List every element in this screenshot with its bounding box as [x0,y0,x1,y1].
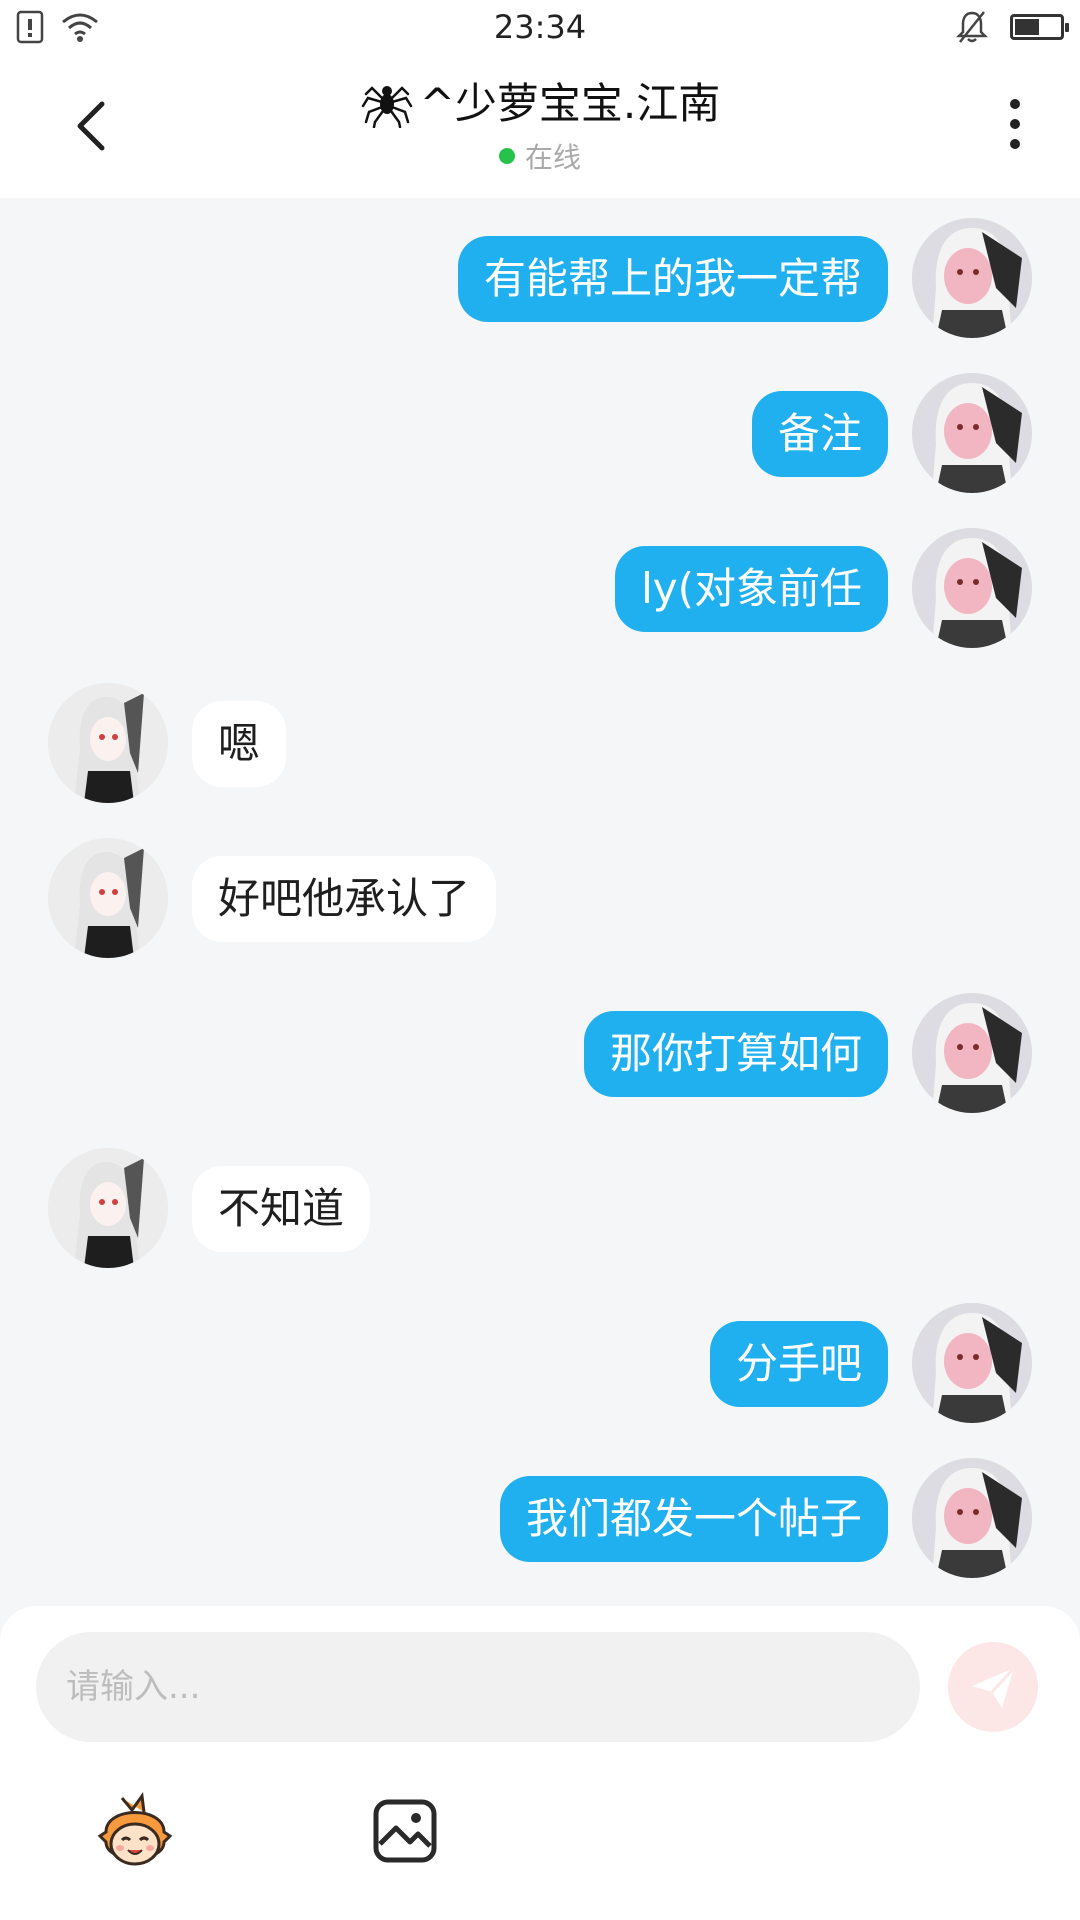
chat-title: ^少萝宝宝.江南 [419,79,721,128]
image-button[interactable] [372,1798,438,1864]
my-message-bubble[interactable]: 我们都发一个帖子 [499,1476,888,1562]
battery-icon [1010,14,1069,40]
message-row: 我们都发一个帖子 [0,1458,1080,1578]
message-row: 嗯 [0,683,1080,803]
my-avatar[interactable] [912,1458,1032,1578]
more-options-button[interactable] [990,94,1040,154]
chat-title-area: ^少萝宝宝.江南 在线 [200,70,880,176]
message-row: 不知道 [0,1148,1080,1268]
message-row: 好吧他承认了 [0,838,1080,958]
emoji-mascot-icon [97,1792,173,1866]
send-button[interactable] [948,1642,1038,1732]
emoji-button[interactable] [92,1792,178,1878]
title-line: ^少萝宝宝.江南 [360,70,721,131]
online-status: 在线 [498,136,581,176]
bell-off-icon [956,11,988,43]
my-message-bubble[interactable]: 那你打算如何 [583,1011,888,1097]
my-message-bubble[interactable]: 分手吧 [709,1321,888,1407]
contact-avatar[interactable] [48,838,168,958]
status-bar: 23:34 [0,0,1080,56]
message-row: 有能帮上的我一定帮 [0,218,1080,338]
contact-message-bubble[interactable]: 不知道 [192,1166,371,1252]
my-avatar[interactable] [912,218,1032,338]
online-dot-icon [498,147,515,164]
chat-header: ^少萝宝宝.江南 在线 [0,56,1080,198]
message-row: 分手吧 [0,1303,1080,1423]
more-vertical-icon [1010,99,1020,149]
spider-icon [361,85,412,128]
contact-avatar[interactable] [48,683,168,803]
contact-message-bubble[interactable]: 嗯 [192,701,287,787]
paper-plane-icon [972,1666,1016,1708]
my-avatar[interactable] [912,1303,1032,1423]
online-status-text: 在线 [524,140,581,174]
status-time: 23:34 [493,8,587,46]
back-button[interactable] [64,96,124,156]
my-message-bubble[interactable]: ly(对象前任 [615,546,888,632]
message-row: ly(对象前任 [0,528,1080,648]
composer-panel [0,1606,1080,1920]
message-row: 那你打算如何 [0,993,1080,1113]
message-input[interactable] [36,1632,920,1742]
chevron-left-icon [77,101,105,151]
my-avatar[interactable] [912,373,1032,493]
contact-avatar[interactable] [48,1148,168,1268]
contact-message-bubble[interactable]: 好吧他承认了 [192,856,497,942]
battery-level [1015,19,1039,35]
image-icon [373,1799,437,1863]
my-message-bubble[interactable]: 备注 [751,391,888,477]
my-avatar[interactable] [912,528,1032,648]
message-row: 备注 [0,373,1080,493]
my-message-bubble[interactable]: 有能帮上的我一定帮 [457,236,888,322]
status-right-icons [956,10,1069,44]
message-list[interactable]: 有能帮上的我一定帮 备注 ly(对象前任 嗯 好吧他承认了 那你打算如何 不知道… [0,198,1080,1606]
my-avatar[interactable] [912,993,1032,1113]
